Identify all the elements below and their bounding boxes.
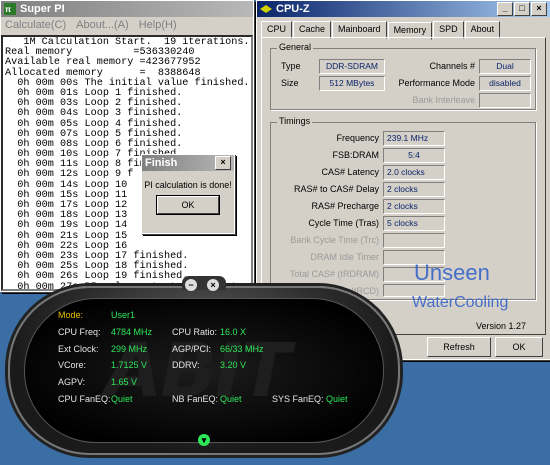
fsb-dram-value: 5:4 xyxy=(383,148,445,163)
finish-title: Finish xyxy=(145,157,178,169)
menu-about[interactable]: About...(A) xyxy=(76,19,129,31)
cpu-ratio-value: 16.0 X xyxy=(220,327,247,337)
frequency-value: 239.1 MHz xyxy=(383,131,445,146)
finish-titlebar[interactable]: Finish × xyxy=(142,155,234,171)
general-group-label: General xyxy=(277,42,314,52)
channels-label: Channels # xyxy=(429,61,475,71)
agpv-value: 1.65 V xyxy=(111,377,138,387)
pod-expand-icon[interactable]: ▾ xyxy=(198,434,210,446)
ras-precharge-value: 2 clocks xyxy=(383,199,445,214)
output-line: 0h 00m 04s Loop 3 finished. xyxy=(5,108,183,120)
superpi-menubar: Calculate(C) About...(A) Help(H) xyxy=(1,17,253,33)
performance-mode-label: Performance Mode xyxy=(398,78,475,88)
finish-close-button[interactable]: × xyxy=(215,156,231,170)
ext-clock-value: 299 MHz xyxy=(111,344,148,354)
cas-latency-value: 2.0 clocks xyxy=(383,165,445,180)
size-label: Size xyxy=(281,78,299,88)
agpv-label: AGPV: xyxy=(58,377,86,387)
superpi-title: Super PI xyxy=(20,3,65,15)
sys-faneq-label: SYS FanEQ: xyxy=(272,394,324,404)
agp-pci-label: AGP/PCI: xyxy=(172,344,212,354)
frequency-label: Frequency xyxy=(336,133,379,143)
nb-faneq-value: Quiet xyxy=(220,394,242,404)
cpuz-titlebar[interactable]: CPU-Z _ □ × xyxy=(257,1,550,17)
superpi-app-icon: π xyxy=(4,3,16,15)
cpuz-version: Version 1.27 xyxy=(475,321,526,331)
refresh-button[interactable]: Refresh xyxy=(427,337,491,357)
channels-value: Dual xyxy=(479,59,531,74)
menu-help[interactable]: Help(H) xyxy=(139,19,177,31)
svg-text:π: π xyxy=(5,5,11,14)
cpu-freq-value: 4784 MHz xyxy=(111,327,153,337)
cpuz-ok-button[interactable]: OK xyxy=(495,337,543,357)
ras-precharge-label: RAS# Precharge xyxy=(311,201,379,211)
uguru-panel: − × ABIT Mode: User1 CPU Freq: 4784 MHz … xyxy=(8,276,400,455)
menu-calculate[interactable]: Calculate(C) xyxy=(5,19,66,31)
ras-to-cas-label: RAS# to CAS# Delay xyxy=(293,184,379,194)
maximize-icon[interactable]: □ xyxy=(514,2,530,16)
size-value: 512 MBytes xyxy=(319,76,385,91)
ext-clock-label: Ext Clock: xyxy=(58,344,99,354)
timings-group-label: Timings xyxy=(277,116,313,126)
timings-group: Timings Frequency 239.1 MHz FSB:DRAM 5:4… xyxy=(270,116,536,300)
cycle-time-value: 5 clocks xyxy=(383,216,445,231)
finish-message: PI calculation is done! xyxy=(144,180,232,190)
superpi-window: π Super PI Calculate(C) About...(A) Help… xyxy=(0,0,254,292)
cpu-ratio-label: CPU Ratio: xyxy=(172,327,218,337)
pod-minimize-icon[interactable]: − xyxy=(185,279,197,291)
mode-value: User1 xyxy=(111,310,136,320)
bank-interleave-label: Bank Interleave xyxy=(412,95,475,105)
superpi-titlebar[interactable]: π Super PI xyxy=(1,1,253,17)
total-cas-label: Total CAS# (tRDRAM) xyxy=(289,269,379,279)
ddrv-value: 3.20 V xyxy=(220,360,247,370)
bank-interleave-value xyxy=(479,93,531,108)
bank-cycle-time-value xyxy=(383,233,445,248)
cpu-faneq-value: Quiet xyxy=(111,394,133,404)
ddrv-label: DDRV: xyxy=(172,360,200,370)
cpuz-tabs: CPU Cache Mainboard Memory SPD About xyxy=(257,17,550,40)
general-group: General Type DDR-SDRAM Size 512 MBytes C… xyxy=(270,42,536,110)
ras-to-cas-value: 2 clocks xyxy=(383,182,445,197)
type-value: DDR-SDRAM xyxy=(319,59,385,74)
fsb-dram-label: FSB:DRAM xyxy=(332,150,379,160)
mode-label: Mode: xyxy=(58,310,84,320)
watermark-unseen: Unseen xyxy=(414,260,490,285)
dram-idle-timer-label: DRAM Idle Timer xyxy=(310,252,379,262)
cas-latency-label: CAS# Latency xyxy=(321,167,379,177)
cpu-freq-label: CPU Freq: xyxy=(58,327,101,337)
sys-faneq-value: Quiet xyxy=(326,394,348,404)
pod-close-icon[interactable]: × xyxy=(207,279,219,291)
bank-cycle-time-label: Bank Cycle Time (Trc) xyxy=(290,235,379,245)
vcore-value: 1.7125 V xyxy=(111,360,148,370)
close-icon[interactable]: × xyxy=(531,2,547,16)
cpuz-title: CPU-Z xyxy=(276,3,310,15)
minimize-icon[interactable]: _ xyxy=(497,2,513,16)
performance-mode-value: disabled xyxy=(479,76,531,91)
vcore-label: VCore: xyxy=(58,360,87,370)
finish-dialog: Finish × PI calculation is done! OK xyxy=(141,154,235,234)
cpuz-app-icon xyxy=(260,5,272,13)
watermark-watercooling: WaterCooling xyxy=(412,294,509,311)
cpu-faneq-label: CPU FanEQ: xyxy=(58,394,111,404)
type-label: Type xyxy=(281,61,301,71)
nb-faneq-label: NB FanEQ: xyxy=(172,394,219,404)
finish-ok-button[interactable]: OK xyxy=(156,195,220,215)
cycle-time-label: Cycle Time (Tras) xyxy=(308,218,379,228)
agp-pci-value: 66/33 MHz xyxy=(220,344,264,354)
